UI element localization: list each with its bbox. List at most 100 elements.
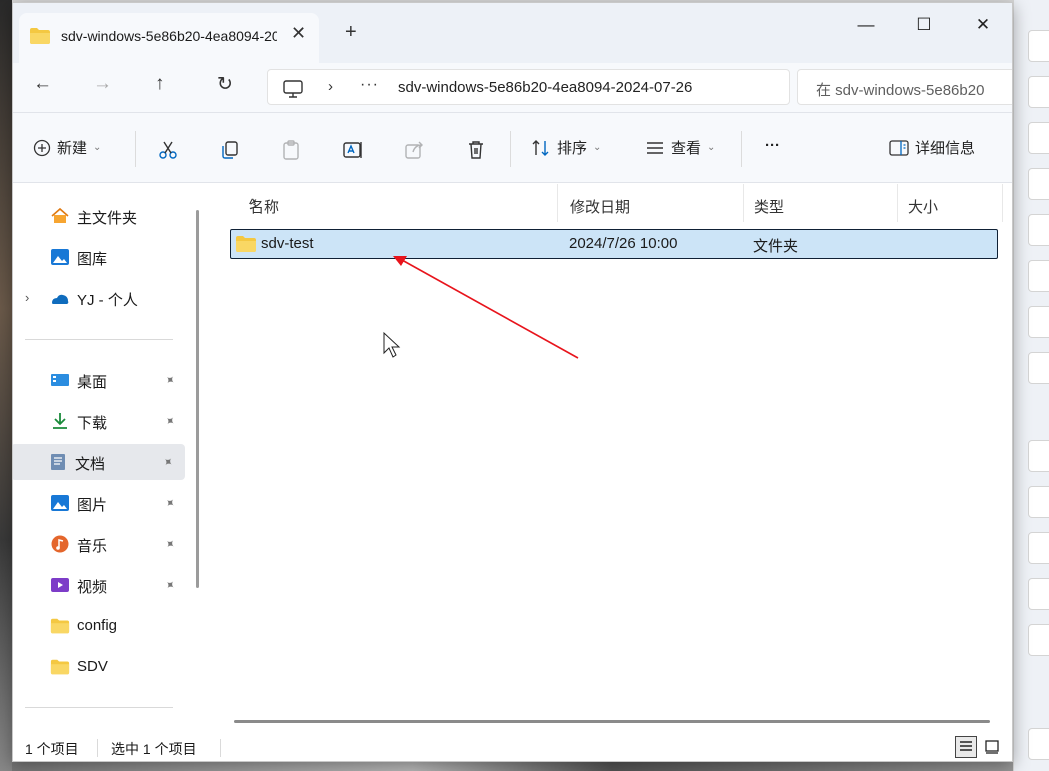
file-modified-date: 2024/7/26 10:00	[569, 235, 678, 252]
breadcrumb-overflow-button[interactable]: ···	[360, 76, 379, 94]
file-explorer-window: sdv-windows-5e86b20-4ea8094-2024-07-26 ✕…	[12, 2, 1013, 762]
pictures-icon	[51, 495, 69, 511]
home-icon	[51, 207, 69, 223]
details-view-icon	[960, 741, 972, 751]
sidebar-scrollbar[interactable]	[196, 210, 199, 588]
status-divider	[97, 739, 98, 757]
details-pane-button[interactable]: 详细信息	[889, 137, 975, 158]
pin-icon[interactable]: ✦	[162, 371, 179, 388]
navigation-pane: 主文件夹 图库 › YJ - 个人 桌面 ✦ 下载 ✦ 文档 ✦ 图片 ✦ 音乐…	[13, 184, 203, 731]
sidebar-item-label: YJ - 个人	[77, 292, 138, 309]
onedrive-cloud-icon	[52, 294, 69, 304]
command-bar: 新建 ⌄ 排序 ⌄ 查看 ⌄ ··· 详细信息	[13, 113, 1012, 183]
folder-icon	[50, 618, 70, 634]
pin-icon[interactable]: ✦	[160, 453, 177, 470]
refresh-button[interactable]: ↻	[217, 73, 233, 96]
more-options-button[interactable]: ···	[765, 137, 780, 154]
horizontal-scrollbar[interactable]	[234, 720, 990, 723]
sort-button[interactable]: 排序 ⌄	[531, 137, 601, 158]
sidebar-item-label: 图库	[77, 251, 108, 268]
pin-icon[interactable]: ✦	[162, 494, 179, 511]
sidebar-item-gallery[interactable]: 图库	[13, 239, 185, 275]
rename-icon[interactable]	[342, 139, 364, 161]
sidebar-item-label: 文档	[75, 456, 106, 473]
delete-icon[interactable]	[465, 139, 487, 161]
sidebar-item-label: 下载	[77, 415, 108, 432]
new-button[interactable]: 新建 ⌄	[33, 137, 101, 158]
forward-button[interactable]: →	[93, 73, 112, 95]
toolbar-divider	[510, 131, 511, 167]
breadcrumb-chevron-icon[interactable]: ›	[328, 78, 333, 95]
sidebar-item-sdv[interactable]: SDV	[13, 649, 185, 685]
sidebar-divider	[25, 339, 173, 340]
folder-icon	[236, 236, 256, 252]
sidebar-item-pictures[interactable]: 图片 ✦	[13, 485, 185, 521]
sidebar-item-label: 视频	[77, 579, 108, 596]
sidebar-item-label: SDV	[77, 658, 108, 675]
view-button[interactable]: 查看 ⌄	[645, 137, 715, 158]
large-icons-view-button[interactable]	[981, 736, 1003, 758]
tab-close-icon[interactable]: ✕	[291, 23, 306, 44]
sort-ascending-icon: ^	[249, 196, 257, 213]
paste-icon[interactable]	[280, 139, 302, 161]
folder-icon	[50, 659, 70, 675]
address-bar[interactable]: › ··· sdv-windows-5e86b20-4ea8094-2024-0…	[267, 69, 790, 105]
desktop-icon	[51, 374, 69, 386]
sidebar-item-downloads[interactable]: 下载 ✦	[13, 403, 185, 439]
column-header-label: 大小	[908, 199, 939, 216]
sidebar-item-videos[interactable]: 视频 ✦	[13, 567, 185, 603]
status-bar: 1 个项目 选中 1 个项目	[13, 731, 1012, 761]
details-view-button[interactable]	[955, 736, 977, 758]
new-tab-button[interactable]: +	[345, 21, 357, 44]
pin-icon[interactable]: ✦	[162, 535, 179, 552]
details-pane-label: 详细信息	[915, 140, 976, 157]
view-list-icon	[647, 141, 663, 154]
sidebar-item-desktop[interactable]: 桌面 ✦	[13, 362, 185, 398]
table-row[interactable]: sdv-test 2024/7/26 10:00 文件夹	[230, 229, 998, 259]
sidebar-item-label: 桌面	[77, 374, 108, 391]
column-header-size[interactable]: 大小	[898, 184, 1003, 222]
sidebar-item-music[interactable]: 音乐 ✦	[13, 526, 185, 562]
expand-chevron-icon[interactable]: ›	[25, 290, 29, 305]
sidebar-item-config[interactable]: config	[13, 608, 185, 644]
share-icon[interactable]	[403, 139, 425, 161]
column-header-modified[interactable]: 修改日期	[558, 184, 744, 222]
title-bar: sdv-windows-5e86b20-4ea8094-2024-07-26 ✕…	[13, 3, 1012, 63]
more-options-icon: ···	[765, 137, 780, 154]
column-header-label: 类型	[754, 199, 785, 216]
chevron-down-icon: ⌄	[93, 142, 102, 153]
pin-icon[interactable]: ✦	[162, 576, 179, 593]
sidebar-item-documents[interactable]: 文档 ✦	[13, 444, 185, 480]
pin-icon[interactable]: ✦	[162, 412, 179, 429]
minimize-button[interactable]: —	[843, 11, 889, 41]
breadcrumb-current-folder[interactable]: sdv-windows-5e86b20-4ea8094-2024-07-26	[398, 79, 692, 96]
maximize-button[interactable]: ☐	[901, 11, 947, 41]
tiles-view-icon	[985, 740, 999, 754]
videos-icon	[51, 578, 69, 592]
view-button-label: 查看	[671, 140, 702, 157]
file-name: sdv-test	[261, 235, 314, 252]
sidebar-item-label: 音乐	[77, 538, 108, 555]
file-type: 文件夹	[753, 238, 799, 255]
tab-current[interactable]: sdv-windows-5e86b20-4ea8094-2024-07-26 ✕	[19, 13, 319, 63]
chevron-down-icon: ⌄	[707, 142, 716, 153]
selected-count: 选中 1 个项目	[111, 741, 197, 757]
status-divider	[220, 739, 221, 757]
copy-icon[interactable]	[219, 139, 241, 161]
gallery-icon	[51, 249, 69, 265]
desktop-background	[0, 0, 12, 771]
column-header-type[interactable]: 类型	[744, 184, 898, 222]
search-box[interactable]: 在 sdv-windows-5e86b20	[797, 69, 1012, 105]
sidebar-item-home[interactable]: 主文件夹	[13, 198, 185, 234]
new-button-label: 新建	[57, 140, 88, 157]
close-window-button[interactable]: ✕	[960, 11, 1006, 41]
back-button[interactable]: ←	[33, 73, 52, 95]
up-button[interactable]: ↑	[155, 73, 165, 95]
toolbar-divider	[135, 131, 136, 167]
sidebar-item-label: config	[77, 617, 118, 634]
column-header-name[interactable]: 名称 ^	[209, 184, 558, 222]
download-icon	[53, 413, 67, 429]
cut-icon[interactable]	[157, 139, 179, 161]
chevron-down-icon: ⌄	[593, 142, 602, 153]
sidebar-item-onedrive[interactable]: › YJ - 个人	[13, 280, 185, 316]
